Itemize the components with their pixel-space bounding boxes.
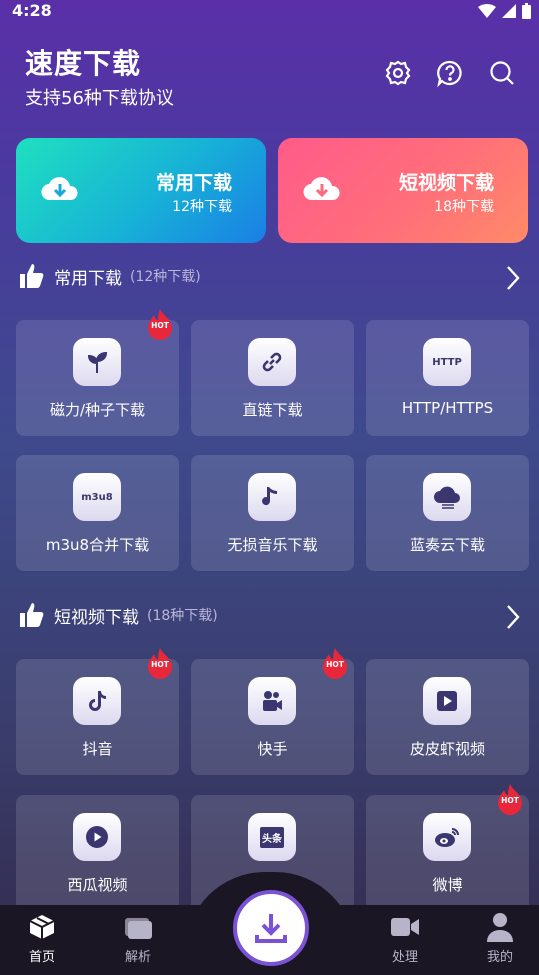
tile-xigua[interactable]: 西瓜视频 xyxy=(16,795,179,911)
cloud-download-icon xyxy=(41,177,78,201)
music-note-icon xyxy=(262,487,277,506)
tiktok-icon xyxy=(89,691,106,711)
short-video-download-count: 18种下载 xyxy=(434,199,494,215)
svg-text:HOT: HOT xyxy=(501,796,520,805)
nav-item-parse[interactable]: 解析 xyxy=(108,912,168,965)
hot-badge-icon: HOT xyxy=(323,648,347,679)
nav-item-process[interactable]: 处理 xyxy=(375,912,435,965)
section-header-common[interactable]: 常用下载 (12种下载) xyxy=(18,262,201,290)
play-circle-icon xyxy=(86,826,108,848)
tile-icon-box xyxy=(248,473,296,521)
tile-icon-box xyxy=(423,473,471,521)
tile-douyin[interactable]: 抖音 HOT xyxy=(16,648,179,775)
weibo-icon xyxy=(435,828,459,847)
tile-label: 皮皮虾视频 xyxy=(409,740,485,758)
tile-icon-box xyxy=(73,813,121,861)
tile-label: 蓝奏云下载 xyxy=(409,536,485,554)
nav-label: 解析 xyxy=(124,950,151,965)
tile-direct-link[interactable]: 直链下载 xyxy=(191,320,354,436)
common-download-label: 常用下载 xyxy=(155,172,232,194)
tile-label: 无损音乐下载 xyxy=(227,536,318,554)
chevron-right-icon[interactable] xyxy=(505,604,521,630)
download-icon xyxy=(255,914,287,943)
section-count: (12种下载) xyxy=(130,269,201,285)
cloud-icon xyxy=(434,486,460,509)
thumbs-up-icon xyxy=(20,603,44,627)
battery-icon xyxy=(522,3,531,19)
gear-icon xyxy=(385,60,411,86)
svg-text:HOT: HOT xyxy=(326,660,345,669)
search-button[interactable] xyxy=(487,58,517,88)
tile-lossless-music[interactable]: 无损音乐下载 xyxy=(191,455,354,571)
help-button[interactable] xyxy=(435,58,465,88)
kuaishou-icon xyxy=(263,691,282,711)
status-icons xyxy=(478,3,531,19)
tile-label: 直链下载 xyxy=(242,401,303,419)
question-icon xyxy=(437,60,462,87)
hot-badge-icon: HOT xyxy=(148,648,172,679)
cloud-download-icon xyxy=(303,177,340,201)
center-download-button[interactable] xyxy=(233,890,309,966)
tile-lanzou[interactable]: 蓝奏云下载 xyxy=(366,455,529,571)
nav-label: 首页 xyxy=(28,950,55,965)
thumbs-up-icon xyxy=(20,264,44,288)
page-title: 速度下载 xyxy=(25,47,142,80)
chevron-right-icon[interactable] xyxy=(505,265,521,291)
section-title: 短视频下载 xyxy=(54,607,139,628)
short-video-download-label: 短视频下载 xyxy=(398,172,494,194)
toutiao-icon: 头条 xyxy=(248,813,296,861)
common-download-count: 12种下载 xyxy=(172,199,232,215)
wifi-icon xyxy=(478,4,496,18)
svg-text:HOT: HOT xyxy=(151,660,170,669)
tile-label: 西瓜视频 xyxy=(67,876,128,894)
tile-label: 抖音 xyxy=(82,740,113,758)
http-icon: HTTP xyxy=(423,338,471,386)
link-icon xyxy=(262,352,282,372)
status-time: 4:28 xyxy=(12,1,52,20)
tile-icon-box xyxy=(423,813,471,861)
section-count: (18种下载) xyxy=(147,608,218,624)
svg-text:HOT: HOT xyxy=(151,321,170,330)
tile-icon-box xyxy=(248,338,296,386)
user-icon xyxy=(487,913,513,942)
folders-icon xyxy=(125,918,152,939)
tile-label: m3u8合并下载 xyxy=(45,536,150,554)
tile-icon-box xyxy=(423,677,471,725)
section-title: 常用下载 xyxy=(54,268,122,289)
nav-item-home[interactable]: 首页 xyxy=(12,912,72,965)
hot-badge-icon: HOT xyxy=(148,309,172,340)
sprout-icon xyxy=(87,351,108,373)
page-subtitle: 支持56种下载协议 xyxy=(25,88,174,109)
header-actions xyxy=(383,58,517,88)
tile-pipixia[interactable]: 皮皮虾视频 xyxy=(366,659,529,775)
signal-icon xyxy=(502,4,516,18)
hot-badge-icon: HOT xyxy=(498,784,522,815)
tile-m3u8[interactable]: m3u8 m3u8合并下载 xyxy=(16,455,179,571)
play-square-icon xyxy=(437,691,457,711)
tile-icon-box xyxy=(248,677,296,725)
tile-icon-box xyxy=(73,338,121,386)
section-header-short-video[interactable]: 短视频下载 (18种下载) xyxy=(18,601,218,629)
nav-label: 我的 xyxy=(486,950,513,965)
video-camera-icon xyxy=(391,918,419,936)
tile-weibo[interactable]: 微博 HOT xyxy=(366,784,529,911)
short-video-download-card[interactable]: 短视频下载 18种下载 xyxy=(278,138,528,243)
home-box-icon xyxy=(29,915,55,939)
tile-icon-box xyxy=(73,677,121,725)
common-download-card[interactable]: 常用下载 12种下载 xyxy=(16,138,266,243)
nav-item-mine[interactable]: 我的 xyxy=(470,912,530,965)
status-bar: 4:28 xyxy=(0,0,539,24)
nav-label: 处理 xyxy=(391,950,418,965)
settings-button[interactable] xyxy=(383,58,413,88)
search-icon xyxy=(490,61,514,85)
tile-kuaishou[interactable]: 快手 HOT xyxy=(191,648,354,775)
tile-label: 微博 xyxy=(432,876,463,894)
m3u8-icon: m3u8 xyxy=(73,473,121,521)
tile-magnet[interactable]: 磁力/种子下载 HOT xyxy=(16,309,179,436)
tile-label: 磁力/种子下载 xyxy=(49,401,146,419)
tile-label: 快手 xyxy=(257,740,288,758)
tile-http[interactable]: HTTP HTTP/HTTPS xyxy=(366,320,529,436)
tile-label: HTTP/HTTPS xyxy=(401,399,494,417)
